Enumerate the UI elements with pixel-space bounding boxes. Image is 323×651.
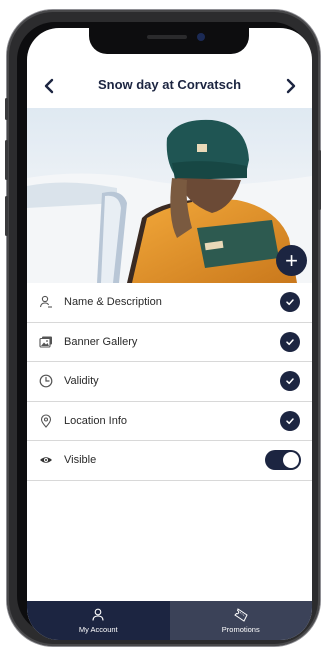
ticket-icon: [233, 607, 248, 622]
tab-my-account[interactable]: My Account: [27, 601, 170, 640]
speaker: [147, 35, 187, 39]
list-item-banner-gallery[interactable]: Banner Gallery: [27, 323, 312, 362]
check-icon: [280, 331, 300, 352]
page-title: Snow day at Corvatsch: [97, 77, 242, 92]
previous-button[interactable]: [37, 74, 61, 98]
check-icon: [280, 371, 300, 392]
list-item-label: Name & Description: [64, 296, 162, 309]
list-item-validity[interactable]: Validity: [27, 362, 312, 402]
person-icon: [91, 608, 105, 622]
check-icon: [280, 292, 300, 313]
chevron-right-icon: [286, 78, 296, 94]
tab-bar: My Account Promotions: [27, 601, 312, 640]
toggle-knob: [283, 452, 299, 469]
notch: [89, 28, 249, 54]
banner-image: [27, 108, 312, 283]
list-item-label: Visible: [64, 454, 97, 467]
list-item-name-description[interactable]: Name & Description: [27, 283, 312, 323]
location-pin-icon: [38, 413, 54, 429]
tab-promotions[interactable]: Promotions: [169, 601, 312, 640]
next-button[interactable]: [279, 74, 303, 98]
add-image-button[interactable]: +: [276, 245, 307, 276]
eye-icon: [38, 452, 54, 468]
list-item-label: Validity: [64, 375, 99, 388]
chevron-left-icon: [44, 78, 54, 94]
camera: [197, 33, 205, 41]
tab-label: Promotions: [221, 624, 260, 634]
list-item-label: Banner Gallery: [64, 335, 138, 348]
person-badge-icon: [38, 294, 54, 310]
tab-label: My Account: [78, 624, 118, 634]
list-item-location-info[interactable]: Location Info: [27, 402, 312, 441]
header: Snow day at Corvatsch: [27, 70, 312, 104]
side-button: [5, 140, 8, 180]
visible-toggle[interactable]: [265, 450, 301, 471]
list-item-visible: Visible: [27, 441, 312, 481]
check-icon: [280, 410, 300, 431]
clock-icon: [38, 373, 54, 389]
gallery-icon: [38, 334, 54, 350]
banner-photo: [27, 108, 312, 283]
app-screen: Snow day at Corvatsch + Name & Descripti…: [27, 28, 312, 640]
side-button: [5, 98, 8, 120]
side-button: [5, 196, 8, 236]
list-item-label: Location Info: [64, 414, 127, 427]
side-button: [318, 150, 321, 210]
settings-list: Name & Description Banner Gallery Validi…: [27, 283, 312, 481]
